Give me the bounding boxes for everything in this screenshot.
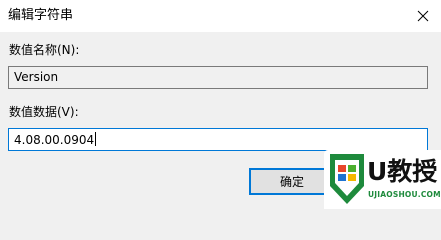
watermark-mark: U教授 xyxy=(367,157,438,186)
text-caret xyxy=(95,132,97,146)
title-bar: 编辑字符串 xyxy=(0,0,441,32)
shield-logo-icon xyxy=(330,154,364,204)
value-data-label: 数值数据(V): xyxy=(9,105,79,119)
watermark-logo: U教授 UJIAOSHOU.COM xyxy=(324,150,441,209)
window-title: 编辑字符串 xyxy=(8,8,74,23)
ok-button[interactable]: 确定 xyxy=(249,168,335,195)
value-data-input[interactable]: 4.08.00.0904 xyxy=(8,128,428,151)
value-name-label: 数值名称(N): xyxy=(9,43,80,57)
ok-button-label: 确定 xyxy=(279,175,304,189)
close-icon xyxy=(417,10,429,22)
close-button[interactable] xyxy=(405,0,441,32)
value-name-field: Version xyxy=(8,66,428,89)
watermark-site: UJIAOSHOU.COM xyxy=(368,190,441,199)
value-data-text: 4.08.00.0904 xyxy=(14,133,95,147)
value-data-text-wrap: 4.08.00.0904 xyxy=(14,132,97,148)
value-name-text: Version xyxy=(14,70,59,84)
